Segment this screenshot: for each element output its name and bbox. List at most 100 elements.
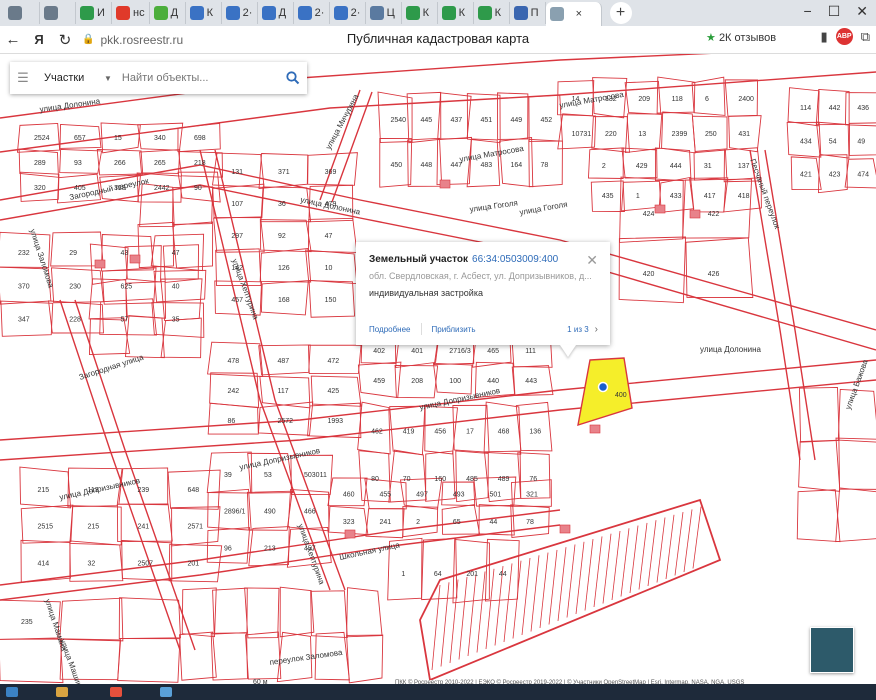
parcel-number: 36 bbox=[278, 201, 286, 208]
parcel-number: 218 bbox=[194, 160, 206, 167]
category-select[interactable]: Участки bbox=[44, 72, 104, 84]
parcel-outline bbox=[162, 244, 200, 283]
parcel-number: 107 bbox=[231, 201, 243, 208]
parcel-number: 31 bbox=[704, 163, 712, 170]
close-window-icon[interactable]: ✕ bbox=[856, 3, 868, 20]
hatch-line bbox=[683, 509, 693, 573]
parcel-number: 434 bbox=[800, 138, 812, 145]
parcel-number: 402 bbox=[373, 348, 385, 355]
zoom-link[interactable]: Приблизить bbox=[432, 325, 476, 334]
parcel-number: 53 bbox=[264, 472, 272, 479]
maximize-icon[interactable]: ☐ bbox=[828, 3, 841, 20]
parcel-number: 43 bbox=[120, 250, 128, 257]
parcel-outline bbox=[137, 221, 174, 269]
parcel-outline bbox=[172, 186, 214, 225]
parcel-number: 489 bbox=[498, 476, 510, 483]
chevron-down-icon[interactable]: ▼ bbox=[104, 74, 112, 83]
hatch-line bbox=[494, 566, 504, 646]
search-input[interactable] bbox=[121, 72, 279, 84]
cadastral-map[interactable]: 400 2524 657 15 340 698 289 93 266 265 218 320 405 31… bbox=[0, 54, 876, 684]
browser-tab[interactable]: К bbox=[402, 2, 438, 24]
parcel-number: 442 bbox=[829, 105, 841, 112]
browser-icon[interactable] bbox=[110, 687, 122, 697]
browser-tab[interactable]: Д bbox=[150, 2, 186, 24]
parcel-number: 421 bbox=[800, 172, 812, 179]
hatch-line bbox=[656, 517, 666, 583]
reload-button[interactable]: ↻ bbox=[52, 27, 78, 53]
os-taskbar bbox=[0, 684, 876, 700]
parcel-number: 2515 bbox=[38, 524, 54, 531]
hatch-line bbox=[557, 547, 567, 622]
browser-tab[interactable]: 2· bbox=[222, 2, 258, 24]
close-icon[interactable]: ✕ bbox=[586, 252, 598, 269]
chevron-right-icon[interactable]: › bbox=[595, 324, 598, 335]
parcel-outline bbox=[160, 317, 202, 359]
browser-tab[interactable]: П bbox=[510, 2, 546, 24]
parcel-number: 451 bbox=[481, 117, 493, 124]
browser-tab[interactable]: К bbox=[474, 2, 510, 24]
yandex-button[interactable]: Я bbox=[26, 27, 52, 53]
map-canvas[interactable]: 4002524 657 15 340 698289 93 266 265 218320 405 31… bbox=[0, 54, 876, 684]
browser-tab[interactable] bbox=[40, 2, 76, 24]
parcel-number: 2507 bbox=[138, 560, 154, 567]
parcel-number: 648 bbox=[188, 487, 200, 494]
cadastral-number-link[interactable]: 66:34:0503009:400 bbox=[472, 254, 558, 265]
parcel-number: 444 bbox=[670, 163, 682, 170]
parcel-number: 501 bbox=[490, 492, 502, 499]
browser-tab[interactable] bbox=[4, 2, 40, 24]
hatch-line bbox=[530, 555, 540, 632]
parcel-number: 29 bbox=[69, 250, 77, 257]
parcel-number: 425 bbox=[328, 388, 340, 395]
parcel-number: 369 bbox=[325, 169, 337, 176]
parcel-number: 422 bbox=[708, 211, 720, 218]
bookmark-icon[interactable]: ▮ bbox=[821, 29, 828, 45]
browser-tab[interactable]: Ц bbox=[366, 2, 402, 24]
adblock-icon[interactable]: ABP bbox=[835, 28, 853, 45]
parcel-number: 462 bbox=[371, 429, 383, 436]
parcel-number: 418 bbox=[738, 193, 750, 200]
hatch-line bbox=[539, 552, 549, 629]
parcel-number: 340 bbox=[154, 135, 166, 142]
parcel-number: 137 bbox=[738, 163, 750, 170]
basemap-switcher[interactable] bbox=[810, 627, 854, 673]
search-panel: ☰ Участки ▼ bbox=[10, 62, 307, 94]
minimize-icon[interactable]: − bbox=[804, 3, 812, 20]
browser-tab[interactable]: Д bbox=[258, 2, 294, 24]
extension-icon[interactable]: ⧉ bbox=[861, 29, 870, 45]
tab-close-icon[interactable]: × bbox=[576, 8, 582, 20]
hatch-line bbox=[440, 582, 450, 667]
browser-tab[interactable]: 2· bbox=[330, 2, 366, 24]
browser-tab[interactable]: И bbox=[76, 2, 112, 24]
start-icon[interactable] bbox=[6, 687, 18, 697]
url-text[interactable]: pkk.rosreestr.ru bbox=[100, 33, 183, 47]
browser-tab[interactable]: К bbox=[186, 2, 222, 24]
app-icon[interactable] bbox=[160, 687, 172, 697]
parcel-number: 490 bbox=[264, 509, 276, 516]
tab-favicon-icon bbox=[261, 6, 276, 20]
building-footprint bbox=[344, 529, 356, 539]
parcel-number: 456 bbox=[434, 429, 446, 436]
menu-icon[interactable]: ☰ bbox=[10, 70, 36, 86]
more-link[interactable]: Подробнее bbox=[369, 325, 411, 334]
browser-tab[interactable]: 2· bbox=[294, 2, 330, 24]
parcel-number: 423 bbox=[829, 172, 841, 179]
new-tab-button[interactable]: + bbox=[609, 2, 632, 24]
parcel-number: 1 bbox=[636, 193, 640, 200]
browser-tab[interactable]: × bbox=[545, 2, 602, 26]
tab-label: П bbox=[530, 7, 539, 19]
parcel-outline bbox=[0, 638, 64, 684]
reviews-badge[interactable]: ★ 2К отзывов bbox=[706, 31, 776, 44]
browser-tab[interactable]: нс bbox=[112, 2, 150, 24]
parcel-number: 323 bbox=[343, 519, 355, 526]
back-button[interactable]: ← bbox=[0, 27, 26, 53]
explorer-icon[interactable] bbox=[56, 687, 68, 697]
parcel-number: 1 bbox=[401, 571, 405, 578]
parcel-outline bbox=[210, 632, 248, 681]
parcel-number: 239 bbox=[138, 487, 150, 494]
parcel-number: 40 bbox=[172, 283, 180, 290]
parcel-number: 215 bbox=[38, 487, 50, 494]
parcel-number: 78 bbox=[526, 519, 534, 526]
browser-tab[interactable]: К bbox=[438, 2, 474, 24]
search-icon[interactable] bbox=[279, 71, 307, 85]
parcel-number: 86 bbox=[228, 418, 236, 425]
